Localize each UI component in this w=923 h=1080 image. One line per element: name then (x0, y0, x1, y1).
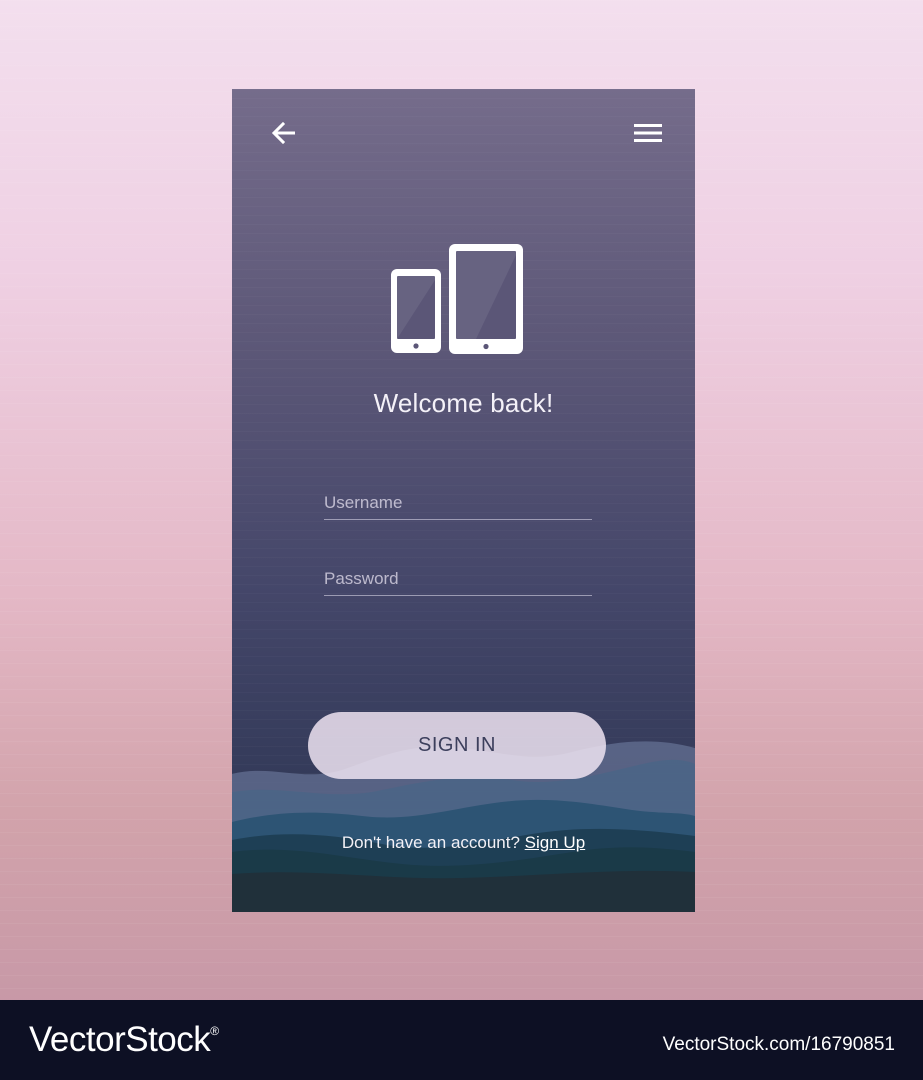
password-field (324, 561, 592, 596)
phone-and-tablet-icon (391, 244, 523, 354)
hamburger-menu-icon[interactable] (634, 122, 662, 144)
brand-logo: VectorStock® (29, 1020, 219, 1060)
welcome-heading: Welcome back! (373, 388, 554, 418)
username-input[interactable] (324, 493, 592, 513)
registered-mark: ® (210, 1024, 219, 1038)
brand-name: VectorStock (29, 1020, 211, 1059)
signup-link[interactable]: Sign Up (525, 833, 585, 852)
signup-prompt-row: Don't have an account? Sign Up (232, 833, 695, 853)
back-arrow-icon[interactable] (270, 121, 298, 145)
password-input[interactable] (324, 569, 592, 589)
watermark-bar: VectorStock® VectorStock.com/16790851 (0, 1000, 923, 1080)
sign-in-button[interactable]: SIGN IN (308, 712, 606, 779)
username-field (324, 485, 592, 520)
image-id-label: VectorStock.com/16790851 (662, 1034, 895, 1055)
signup-prompt-text: Don't have an account? (341, 833, 520, 852)
login-screen: Welcome back! SIGN IN Don't have an acco… (232, 89, 695, 912)
